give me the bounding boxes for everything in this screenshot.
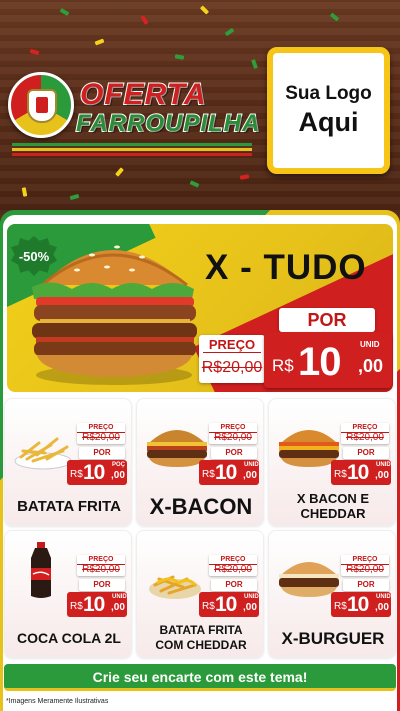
old-price-tag: PREÇO R$20,00 — [341, 423, 389, 444]
confetti — [94, 38, 105, 46]
old-price: R$20,00 — [82, 432, 120, 443]
product-name: X-BURGUER — [281, 628, 385, 648]
confetti — [69, 193, 80, 201]
cta-banner[interactable]: Crie seu encarte com este tema! — [4, 664, 396, 691]
por-label: POR — [211, 447, 257, 459]
old-price: R$20,00 — [214, 564, 252, 575]
price-unit: POÇ — [112, 462, 126, 468]
confetti — [224, 27, 235, 37]
price-tag: R$ 10 UNID ,00 — [331, 460, 391, 485]
price-integer: 10 — [347, 593, 369, 616]
price-tag: R$ 10 POÇ ,00 — [67, 460, 127, 485]
confetti — [199, 5, 210, 15]
por-label: POR — [79, 579, 125, 591]
currency: R$ — [70, 601, 83, 612]
product-card[interactable]: PREÇO R$20,00 POR R$ 10 UNID ,00 X-BACON — [136, 398, 264, 526]
price-tag: R$ 10 UNID ,00 — [67, 592, 127, 617]
old-price: R$20,00 — [82, 564, 120, 575]
price-unit: UNID — [360, 340, 380, 349]
price-decimal: ,00 — [243, 602, 257, 613]
price-decimal: ,00 — [111, 470, 125, 481]
confetti — [115, 167, 124, 177]
confetti — [251, 59, 258, 69]
currency: R$ — [202, 469, 215, 480]
stripe-green — [12, 143, 252, 146]
product-name: X-BACON — [149, 493, 253, 519]
price-decimal: ,00 — [375, 470, 389, 481]
rs-flag-emblem-icon — [8, 72, 74, 138]
confetti — [59, 8, 70, 16]
product-card[interactable]: PREÇO R$20,00 POR R$ 10 UNID ,00 COCA CO… — [4, 530, 132, 658]
price-integer: 10 — [298, 340, 341, 384]
product-name: X BACON E CHEDDAR — [296, 491, 370, 521]
confetti — [21, 187, 28, 197]
old-price-tag: PREÇO R$20,00 — [341, 555, 389, 576]
price-tag: R$ 10 UNID ,00 — [199, 592, 259, 617]
product-card[interactable]: PREÇO R$20,00 POR R$ 10 UNID ,00 X BACON… — [268, 398, 396, 526]
brand-title-oferta: OFERTA — [79, 77, 207, 112]
old-price-tag: PREÇO R$20,00 — [77, 555, 125, 576]
product-name: BATATA FRITA — [17, 497, 121, 515]
logo-box-line2: Aqui — [298, 107, 359, 137]
price-unit: UNID — [112, 594, 127, 600]
por-label: POR — [79, 447, 125, 459]
old-price-tag: PREÇO R$20,00 — [209, 555, 257, 576]
old-price-tag: PREÇO R$20,00 — [77, 423, 125, 444]
price-decimal: ,00 — [358, 356, 384, 376]
confetti — [329, 12, 340, 22]
price-decimal: ,00 — [375, 602, 389, 613]
price-decimal: ,00 — [111, 602, 125, 613]
por-label: POR — [343, 447, 389, 459]
price-integer: 10 — [215, 593, 237, 616]
por-label: POR — [211, 579, 257, 591]
header-wood-panel: OFERTA FARROUPILHA Sua Logo Aqui — [0, 0, 400, 215]
price-unit: UNID — [376, 594, 391, 600]
product-name: COCA COLA 2L — [17, 629, 121, 646]
currency: R$ — [70, 469, 83, 480]
price-integer: 10 — [83, 593, 105, 616]
hero-old-price-tag: PREÇO R$20,00 — [199, 335, 265, 383]
price-unit: UNID — [244, 462, 259, 468]
price-tag: R$ 10 UNID ,00 — [331, 592, 391, 617]
currency: R$ — [272, 356, 294, 375]
confetti — [29, 48, 40, 56]
brand-title-farroupilha: FARROUPILHA — [75, 109, 261, 138]
product-card[interactable]: PREÇO R$20,00 POR R$ 10 UNID ,00 BATATA … — [136, 530, 264, 658]
footnote: *Imagens Meramente Ilustrativas — [6, 698, 109, 705]
price-decimal: ,00 — [243, 470, 257, 481]
product-card[interactable]: PREÇO R$20,00 POR R$ 10 UNID ,00 X-BURGU… — [268, 530, 396, 658]
price-unit: UNID — [376, 462, 391, 468]
hero-price-tag: R$ 10 UNID ,00 — [264, 332, 392, 388]
price-integer: 10 — [83, 461, 105, 484]
price-tag: R$ 10 UNID ,00 — [199, 460, 259, 485]
confetti — [189, 180, 200, 188]
price-integer: 10 — [347, 461, 369, 484]
old-price-tag: PREÇO R$20,00 — [209, 423, 257, 444]
product-name: BATATA FRITA COM CHEDDAR — [155, 623, 247, 652]
por-label: POR — [279, 308, 375, 332]
confetti — [140, 15, 149, 25]
confetti — [174, 54, 185, 60]
stripe-yellow — [12, 148, 252, 151]
currency: R$ — [334, 469, 347, 480]
old-price: R$20,00 — [346, 432, 384, 443]
old-price: R$20,00 — [346, 564, 384, 575]
logo-placeholder-box[interactable]: Sua Logo Aqui — [267, 47, 390, 174]
logo-box-line1: Sua Logo — [285, 83, 372, 104]
por-label: POR — [343, 579, 389, 591]
product-card[interactable]: PREÇO R$20,00 POR R$ 10 POÇ ,00 BATATA F… — [4, 398, 132, 526]
stripe-red — [12, 153, 252, 156]
preco-label: PREÇO — [203, 337, 261, 353]
price-integer: 10 — [215, 461, 237, 484]
currency: R$ — [202, 601, 215, 612]
currency: R$ — [334, 601, 347, 612]
hero-product-title: X - TUDO — [205, 248, 367, 287]
old-price: R$20,00 — [201, 359, 263, 376]
old-price: R$20,00 — [214, 432, 252, 443]
price-unit: UNID — [244, 594, 259, 600]
confetti — [239, 174, 250, 180]
